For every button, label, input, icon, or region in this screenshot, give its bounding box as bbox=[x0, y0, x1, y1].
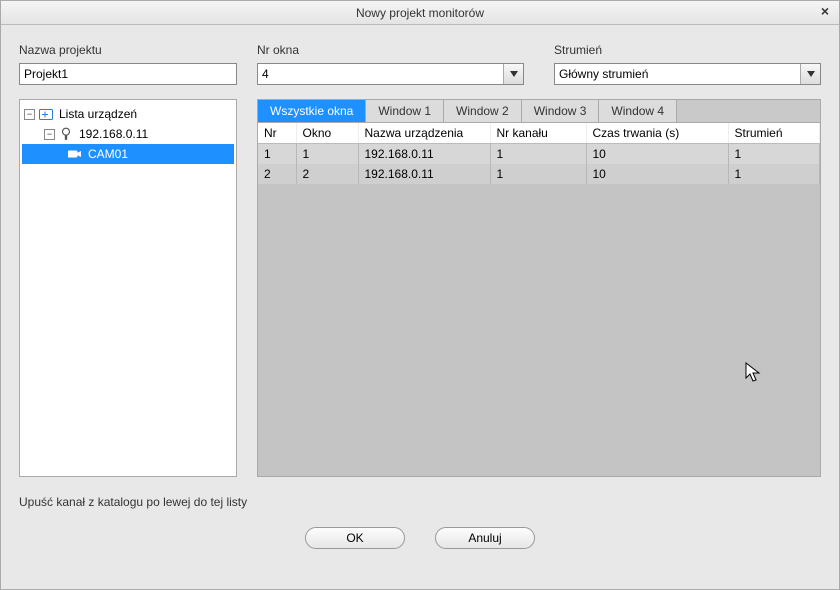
project-name-label: Nazwa projektu bbox=[19, 43, 237, 57]
cell-czas: 10 bbox=[586, 144, 728, 165]
ok-button[interactable]: OK bbox=[305, 527, 405, 549]
cell-kanal: 1 bbox=[490, 164, 586, 184]
tab-all-windows[interactable]: Wszystkie okna bbox=[258, 100, 366, 122]
cell-kanal: 1 bbox=[490, 144, 586, 165]
stream-field: Strumień Główny strumień bbox=[554, 43, 821, 85]
chevron-down-icon bbox=[503, 64, 523, 84]
cell-nr: 1 bbox=[258, 144, 296, 165]
dialog-content: Nazwa projektu − Lista urządzeń − bbox=[1, 25, 839, 589]
camera-icon bbox=[68, 149, 82, 159]
tree-channel-label: CAM01 bbox=[85, 144, 131, 164]
close-icon[interactable]: × bbox=[817, 3, 833, 19]
table-header-row: Nr Okno Nazwa urządzenia Nr kanału Czas … bbox=[258, 123, 820, 144]
project-name-input[interactable] bbox=[19, 63, 237, 85]
window-no-label: Nr okna bbox=[257, 43, 524, 57]
upper-area: Nazwa projektu − Lista urządzeń − bbox=[19, 43, 821, 477]
expand-icon[interactable]: − bbox=[44, 129, 55, 140]
channel-grid[interactable]: Nr Okno Nazwa urządzenia Nr kanału Czas … bbox=[257, 122, 821, 477]
left-column: Nazwa projektu − Lista urządzeń − bbox=[19, 43, 237, 477]
channel-table: Nr Okno Nazwa urządzenia Nr kanału Czas … bbox=[258, 123, 820, 184]
top-fields-row: Nr okna 4 Strumień Główny strumień bbox=[257, 43, 821, 85]
cell-czas: 10 bbox=[586, 164, 728, 184]
col-nazwa[interactable]: Nazwa urządzenia bbox=[358, 123, 490, 144]
stream-value: Główny strumień bbox=[559, 67, 648, 81]
table-row[interactable]: 1 1 192.168.0.11 1 10 1 bbox=[258, 144, 820, 165]
dialog-window: Nowy projekt monitorów × Nazwa projektu … bbox=[0, 0, 840, 590]
window-no-value: 4 bbox=[262, 67, 269, 81]
cell-nazwa: 192.168.0.11 bbox=[358, 144, 490, 165]
tab-window-1[interactable]: Window 1 bbox=[366, 100, 444, 122]
col-okno[interactable]: Okno bbox=[296, 123, 358, 144]
tree-channel[interactable]: CAM01 bbox=[22, 144, 234, 164]
tree-root-label: Lista urządzeń bbox=[56, 104, 140, 124]
device-icon bbox=[59, 127, 73, 141]
cell-nazwa: 192.168.0.11 bbox=[358, 164, 490, 184]
expand-icon[interactable]: − bbox=[24, 109, 35, 120]
cell-okno: 1 bbox=[296, 144, 358, 165]
right-column: Nr okna 4 Strumień Główny strumień bbox=[257, 43, 821, 477]
tab-bar: Wszystkie okna Window 1 Window 2 Window … bbox=[257, 99, 821, 122]
stream-label: Strumień bbox=[554, 43, 821, 57]
folder-plus-icon bbox=[39, 108, 53, 120]
col-strumien[interactable]: Strumień bbox=[728, 123, 820, 144]
tab-window-4[interactable]: Window 4 bbox=[599, 100, 677, 122]
col-nr[interactable]: Nr bbox=[258, 123, 296, 144]
cell-strum: 1 bbox=[728, 164, 820, 184]
tree-root[interactable]: − Lista urządzeń bbox=[22, 104, 234, 124]
tree-device-label: 192.168.0.11 bbox=[76, 124, 151, 144]
window-no-select[interactable]: 4 bbox=[257, 63, 524, 85]
tab-window-3[interactable]: Window 3 bbox=[522, 100, 600, 122]
dialog-footer: OK Anuluj bbox=[19, 509, 821, 565]
cell-nr: 2 bbox=[258, 164, 296, 184]
title-bar: Nowy projekt monitorów × bbox=[1, 1, 839, 25]
col-kanal[interactable]: Nr kanału bbox=[490, 123, 586, 144]
tab-window-2[interactable]: Window 2 bbox=[444, 100, 522, 122]
tree-device[interactable]: − 192.168.0.11 bbox=[22, 124, 234, 144]
drop-hint: Upuść kanał z katalogu po lewej do tej l… bbox=[19, 495, 821, 509]
window-no-field: Nr okna 4 bbox=[257, 43, 524, 85]
cancel-button[interactable]: Anuluj bbox=[435, 527, 535, 549]
table-row[interactable]: 2 2 192.168.0.11 1 10 1 bbox=[258, 164, 820, 184]
window-title: Nowy projekt monitorów bbox=[356, 6, 484, 20]
col-czas[interactable]: Czas trwania (s) bbox=[586, 123, 728, 144]
cell-strum: 1 bbox=[728, 144, 820, 165]
stream-select[interactable]: Główny strumień bbox=[554, 63, 821, 85]
cell-okno: 2 bbox=[296, 164, 358, 184]
device-tree[interactable]: − Lista urządzeń − 192.168.0.11 bbox=[19, 99, 237, 477]
chevron-down-icon bbox=[800, 64, 820, 84]
